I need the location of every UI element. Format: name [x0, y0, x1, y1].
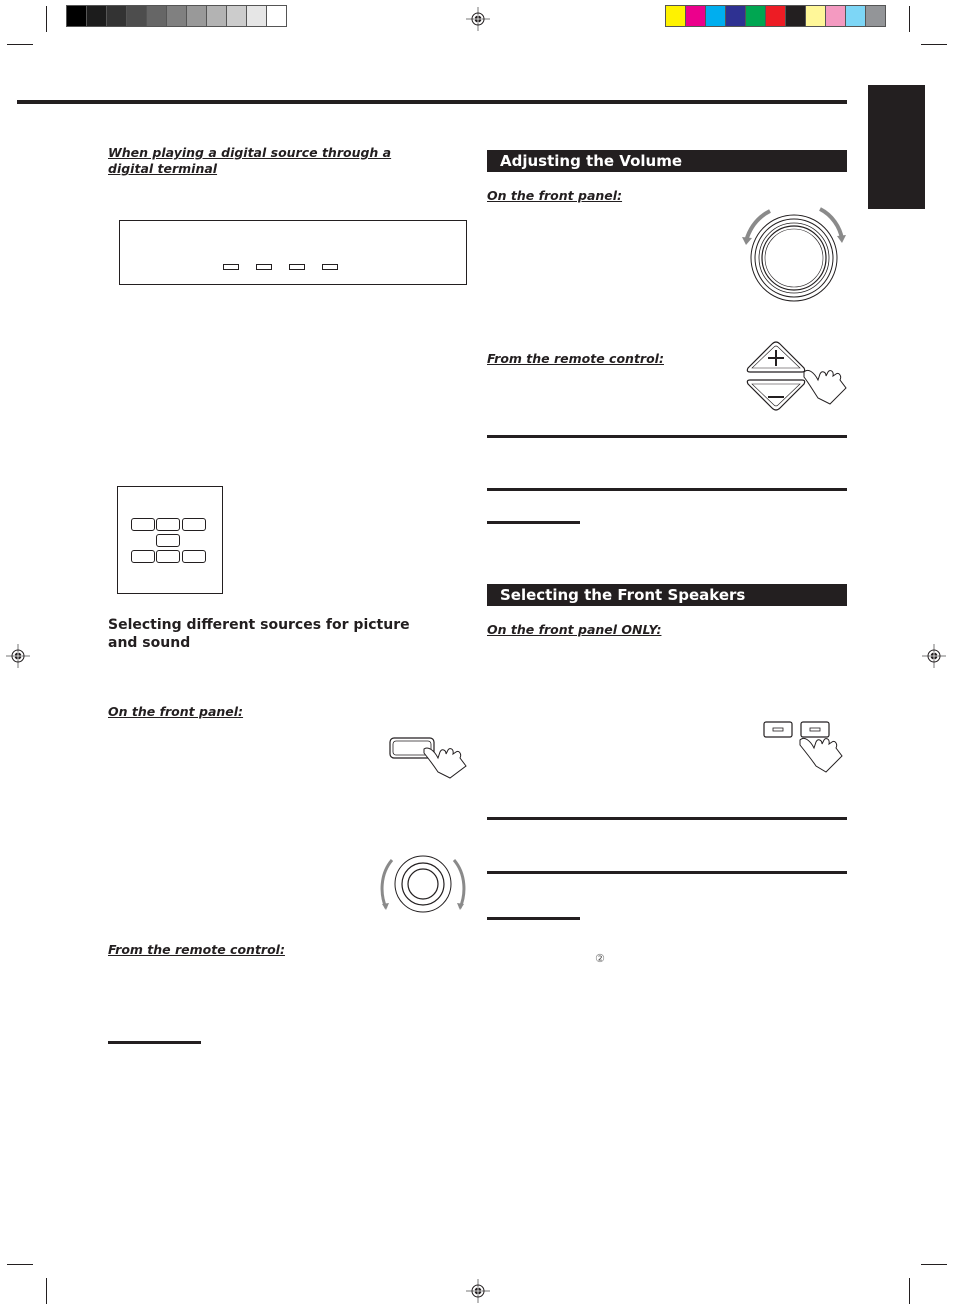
section-title-volume: Adjusting the Volume — [487, 150, 847, 172]
calibration-swatch — [267, 6, 286, 26]
calibration-swatch — [786, 6, 805, 26]
remote-control-label: From the remote control: — [108, 942, 285, 957]
calibration-swatch — [686, 6, 705, 26]
remote-key — [131, 550, 155, 563]
registration-mark-icon — [6, 644, 30, 668]
registration-mark-icon — [466, 1279, 490, 1303]
crop-mark — [7, 44, 33, 45]
crop-mark — [909, 1278, 910, 1304]
crop-mark — [7, 1264, 33, 1265]
calibration-swatch — [187, 6, 206, 26]
volume-remote-label: From the remote control: — [487, 351, 664, 366]
front-panel-label: On the front panel: — [108, 704, 244, 719]
calibration-swatch — [87, 6, 106, 26]
calibration-swatch — [67, 6, 86, 26]
calibration-swatch — [866, 6, 885, 26]
remote-key — [182, 550, 206, 563]
crop-mark — [46, 1278, 47, 1304]
header-rule — [17, 100, 847, 104]
display-panel-illustration — [119, 220, 467, 285]
grayscale-calibration-bar — [66, 5, 287, 27]
remote-key — [156, 550, 180, 563]
calibration-swatch — [147, 6, 166, 26]
note-rule — [487, 521, 580, 524]
registration-mark-icon — [466, 7, 490, 31]
crop-mark — [921, 1264, 947, 1265]
calibration-swatch — [107, 6, 126, 26]
calibration-swatch — [207, 6, 226, 26]
section-rule — [487, 817, 847, 820]
digital-source-heading: When playing a digital source through a … — [108, 145, 392, 176]
color-calibration-bar — [665, 5, 886, 27]
rotary-knob-icon — [380, 855, 466, 913]
calibration-swatch — [127, 6, 146, 26]
remote-key — [131, 518, 155, 531]
note-rule — [487, 917, 580, 920]
volume-up-down-buttons-icon — [746, 341, 847, 411]
calibration-swatch — [826, 6, 845, 26]
section-rule — [487, 488, 847, 491]
remote-key — [156, 534, 180, 547]
note-rule — [108, 1041, 201, 1044]
press-button-hand-icon — [389, 737, 467, 779]
crop-mark — [909, 6, 910, 32]
section-rule — [487, 871, 847, 874]
calibration-swatch — [706, 6, 725, 26]
crop-mark — [46, 6, 47, 32]
calibration-swatch — [846, 6, 865, 26]
volume-knob-icon — [742, 207, 846, 302]
calibration-swatch — [806, 6, 825, 26]
display-indicator — [256, 264, 272, 270]
display-indicator — [223, 264, 239, 270]
language-thumb-tab — [868, 85, 925, 209]
display-indicator — [289, 264, 305, 270]
registration-mark-icon — [922, 644, 946, 668]
remote-key — [182, 518, 206, 531]
calibration-swatch — [726, 6, 745, 26]
calibration-swatch — [666, 6, 685, 26]
section-title-front-speakers: Selecting the Front Speakers — [487, 584, 847, 606]
calibration-swatch — [766, 6, 785, 26]
volume-front-panel-label: On the front panel: — [487, 188, 623, 203]
speaker-buttons-hand-icon — [763, 721, 843, 773]
speakers-front-panel-only-label: On the front panel ONLY: — [487, 622, 662, 637]
remote-key — [156, 518, 180, 531]
picture-sound-heading: Selecting different sources for picture … — [108, 617, 410, 651]
calibration-swatch — [247, 6, 266, 26]
step-number-marker: ② — [595, 952, 605, 965]
remote-keypad-illustration — [117, 486, 223, 594]
section-rule — [487, 435, 847, 438]
display-indicator — [322, 264, 338, 270]
calibration-swatch — [167, 6, 186, 26]
calibration-swatch — [227, 6, 246, 26]
calibration-swatch — [746, 6, 765, 26]
crop-mark — [921, 44, 947, 45]
